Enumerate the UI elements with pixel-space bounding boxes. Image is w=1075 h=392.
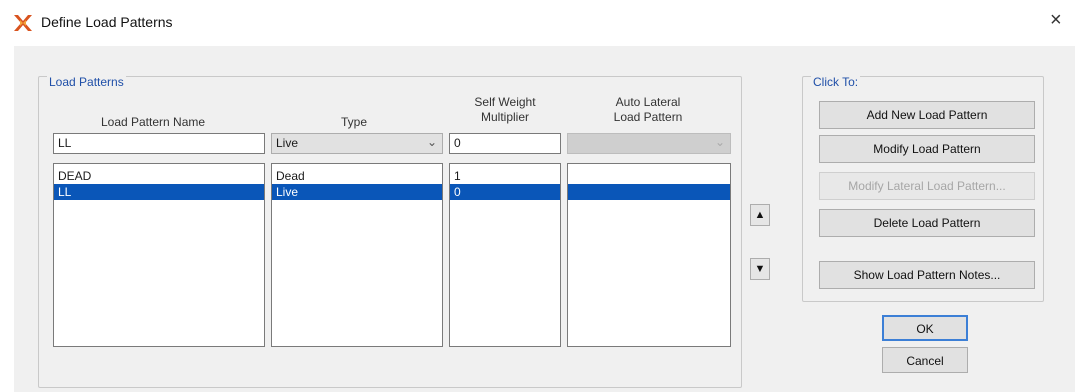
name-listbox[interactable]: DEAD LL bbox=[53, 163, 265, 347]
header-self-weight-line2: Multiplier bbox=[480, 110, 529, 124]
list-item-selected[interactable]: LL bbox=[54, 184, 264, 200]
header-type: Type bbox=[340, 115, 367, 129]
app-icon bbox=[14, 15, 32, 31]
modify-lateral-load-pattern-button: Modify Lateral Load Pattern... bbox=[819, 172, 1035, 200]
delete-load-pattern-button[interactable]: Delete Load Pattern bbox=[819, 209, 1035, 237]
load-patterns-group: Load Patterns Load Pattern Name Type Sel… bbox=[38, 75, 742, 388]
list-item[interactable] bbox=[568, 168, 730, 184]
auto-lateral-listbox[interactable] bbox=[567, 163, 731, 347]
list-item-selected[interactable]: Live bbox=[272, 184, 442, 200]
header-load-pattern-name: Load Pattern Name bbox=[100, 115, 206, 129]
title-bar: Define Load Patterns × bbox=[0, 0, 1075, 46]
type-listbox[interactable]: Dead Live bbox=[271, 163, 443, 347]
self-weight-listbox[interactable]: 1 0 bbox=[449, 163, 561, 347]
type-dropdown-value: Live bbox=[276, 136, 299, 150]
show-load-pattern-notes-button[interactable]: Show Load Pattern Notes... bbox=[819, 261, 1035, 289]
header-auto-lateral-line1: Auto Lateral bbox=[615, 95, 681, 109]
window-title: Define Load Patterns bbox=[41, 14, 173, 30]
chevron-down-icon: ⌄ bbox=[714, 135, 725, 149]
chevron-down-icon: ⌄ bbox=[426, 135, 437, 149]
header-self-weight: Self Weight Multiplier bbox=[449, 95, 561, 125]
list-item[interactable]: Dead bbox=[272, 168, 442, 184]
move-up-button[interactable]: ▲ bbox=[750, 204, 770, 226]
list-item[interactable]: 1 bbox=[450, 168, 560, 184]
list-item-selected[interactable]: 0 bbox=[450, 184, 560, 200]
cancel-button[interactable]: Cancel bbox=[882, 347, 968, 373]
load-pattern-name-input[interactable]: LL bbox=[53, 133, 265, 154]
click-to-group: Click To: Add New Load Pattern Modify Lo… bbox=[802, 75, 1044, 302]
header-auto-lateral: Auto Lateral Load Pattern bbox=[565, 95, 731, 125]
close-icon[interactable]: × bbox=[1050, 10, 1062, 30]
add-new-load-pattern-button[interactable]: Add New Load Pattern bbox=[819, 101, 1035, 129]
modify-load-pattern-button[interactable]: Modify Load Pattern bbox=[819, 135, 1035, 163]
ok-button[interactable]: OK bbox=[882, 315, 968, 341]
header-auto-lateral-line2: Load Pattern bbox=[613, 110, 683, 124]
move-down-button[interactable]: ▼ bbox=[750, 258, 770, 280]
type-dropdown[interactable]: Live ⌄ bbox=[271, 133, 443, 154]
auto-lateral-dropdown: ⌄ bbox=[567, 133, 731, 154]
header-self-weight-line1: Self Weight bbox=[474, 95, 536, 109]
load-patterns-group-title: Load Patterns bbox=[47, 75, 126, 89]
click-to-group-title: Click To: bbox=[811, 75, 861, 89]
self-weight-multiplier-input[interactable]: 0 bbox=[449, 133, 561, 154]
arrow-down-icon: ▼ bbox=[754, 263, 766, 275]
arrow-up-icon: ▲ bbox=[754, 209, 766, 221]
list-item[interactable]: DEAD bbox=[54, 168, 264, 184]
list-item-selected[interactable] bbox=[568, 184, 730, 200]
dialog-body: Load Patterns Load Pattern Name Type Sel… bbox=[14, 46, 1075, 392]
